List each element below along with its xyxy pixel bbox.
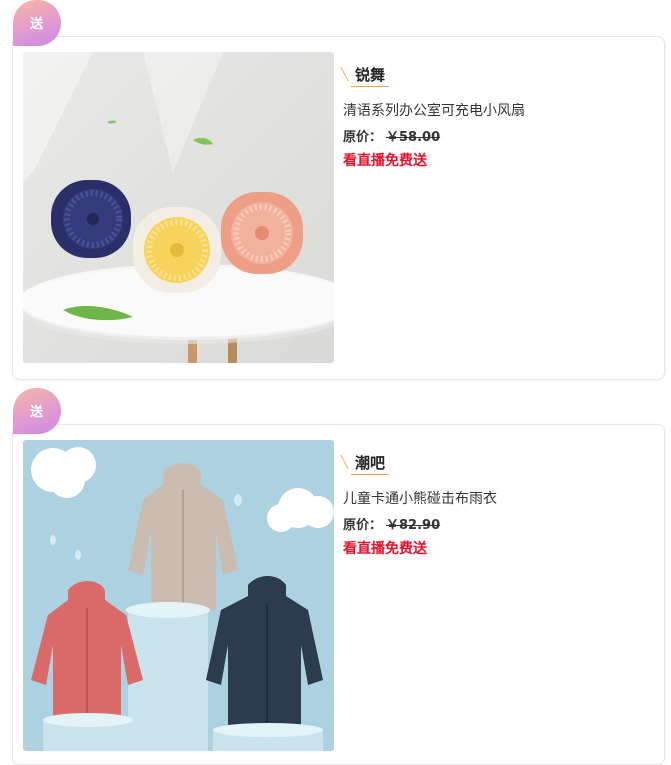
- promo-text: 看直播免费送: [343, 541, 427, 557]
- gift-badge-label: 送: [30, 405, 44, 420]
- price-label: 原价：: [343, 130, 383, 145]
- gift-badge: 送: [13, 388, 61, 434]
- original-price: 原价： ￥82.90: [343, 514, 497, 533]
- gift-badge: 送: [13, 0, 61, 46]
- gift-card[interactable]: 潮吧 儿童卡通小熊碰击布雨衣 原价： ￥82.90 看直播免费送: [12, 424, 665, 765]
- shop-name[interactable]: 潮吧: [343, 451, 497, 475]
- product-image-raincoats[interactable]: [23, 440, 334, 751]
- gift-badge-label: 送: [30, 17, 44, 32]
- price-label: 原价：: [343, 518, 383, 533]
- product-title[interactable]: 儿童卡通小熊碰击布雨衣: [343, 488, 497, 508]
- original-price: 原价： ￥58.00: [343, 126, 525, 145]
- gift-card[interactable]: 锐舞 清语系列办公室可充电小风扇 原价： ￥58.00 看直播免费送: [12, 36, 665, 380]
- shop-name[interactable]: 锐舞: [343, 63, 525, 87]
- product-title[interactable]: 清语系列办公室可充电小风扇: [343, 100, 525, 120]
- price-amount: ￥82.90: [386, 518, 441, 533]
- desk-fans-illustration: [23, 52, 334, 363]
- price-amount: ￥58.00: [386, 130, 441, 145]
- raincoats-illustration: [23, 440, 334, 751]
- product-info: 锐舞 清语系列办公室可充电小风扇 原价： ￥58.00 看直播免费送: [343, 63, 525, 170]
- product-image-fans[interactable]: [23, 52, 334, 363]
- promo-text: 看直播免费送: [343, 153, 427, 169]
- product-info: 潮吧 儿童卡通小熊碰击布雨衣 原价： ￥82.90 看直播免费送: [343, 451, 497, 558]
